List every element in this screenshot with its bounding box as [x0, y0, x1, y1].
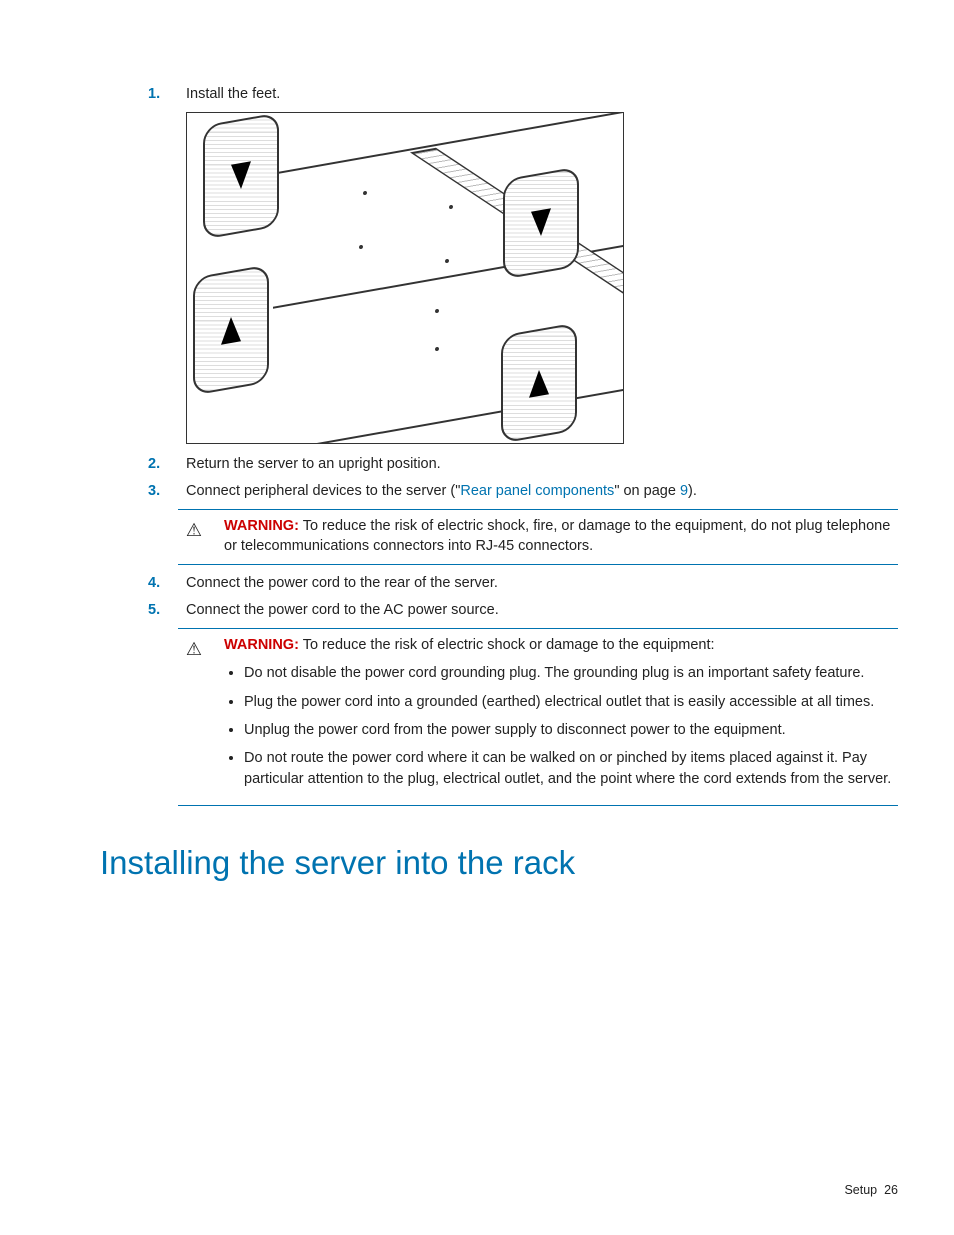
warning-body: WARNING: To reduce the risk of electric …: [210, 635, 898, 797]
step-number: 4.: [148, 573, 186, 593]
warning-box-2: ⚠ WARNING: To reduce the risk of electri…: [178, 628, 898, 806]
step-4: 4. Connect the power cord to the rear of…: [148, 573, 898, 593]
ordered-steps: 1. Install the feet.: [148, 84, 898, 104]
bullet-item: Do not disable the power cord grounding …: [244, 663, 892, 683]
bullet-item: Plug the power cord into a grounded (ear…: [244, 692, 892, 712]
section-heading: Installing the server into the rack: [100, 840, 898, 886]
page-content: 1. Install the feet. 2. Return the serve…: [0, 0, 954, 926]
warning-icon: ⚠: [178, 635, 210, 797]
install-feet-figure: [186, 112, 624, 444]
step-5: 5. Connect the power cord to the AC powe…: [148, 600, 898, 620]
warning-body: WARNING: To reduce the risk of electric …: [210, 516, 898, 557]
step-text-part: ).: [688, 483, 697, 499]
step-3: 3. Connect peripheral devices to the ser…: [148, 481, 898, 501]
warning-bullets: Do not disable the power cord grounding …: [244, 663, 892, 788]
page-footer: Setup 26: [844, 1182, 898, 1200]
ordered-steps-cont: 2. Return the server to an upright posit…: [148, 454, 898, 501]
warning-label: WARNING:: [224, 518, 299, 534]
bullet-item: Unplug the power cord from the power sup…: [244, 720, 892, 740]
step-number: 3.: [148, 481, 186, 501]
xref-link[interactable]: Rear panel components: [460, 483, 614, 499]
warning-label: WARNING:: [224, 637, 299, 653]
footer-page-number: 26: [884, 1183, 898, 1197]
page-link[interactable]: 9: [680, 483, 688, 499]
ordered-steps-cont2: 4. Connect the power cord to the rear of…: [148, 573, 898, 620]
warning-text: To reduce the risk of electric shock, fi…: [224, 518, 890, 554]
bullet-item: Do not route the power cord where it can…: [244, 748, 892, 789]
step-number: 5.: [148, 600, 186, 620]
step-text: Connect the power cord to the AC power s…: [186, 600, 898, 620]
step-text: Return the server to an upright position…: [186, 454, 898, 474]
step-text: Install the feet.: [186, 84, 898, 104]
warning-icon: ⚠: [178, 516, 210, 557]
step-1: 1. Install the feet.: [148, 84, 898, 104]
step-text-part: " on page: [614, 483, 680, 499]
step-text: Connect peripheral devices to the server…: [186, 481, 898, 501]
warning-intro: To reduce the risk of electric shock or …: [303, 637, 715, 653]
warning-box-1: ⚠ WARNING: To reduce the risk of electri…: [178, 509, 898, 566]
step-2: 2. Return the server to an upright posit…: [148, 454, 898, 474]
step-text-part: Connect peripheral devices to the server…: [186, 483, 460, 499]
step-text: Connect the power cord to the rear of th…: [186, 573, 898, 593]
footer-section: Setup: [844, 1183, 877, 1197]
step-number: 2.: [148, 454, 186, 474]
step-number: 1.: [148, 84, 186, 104]
